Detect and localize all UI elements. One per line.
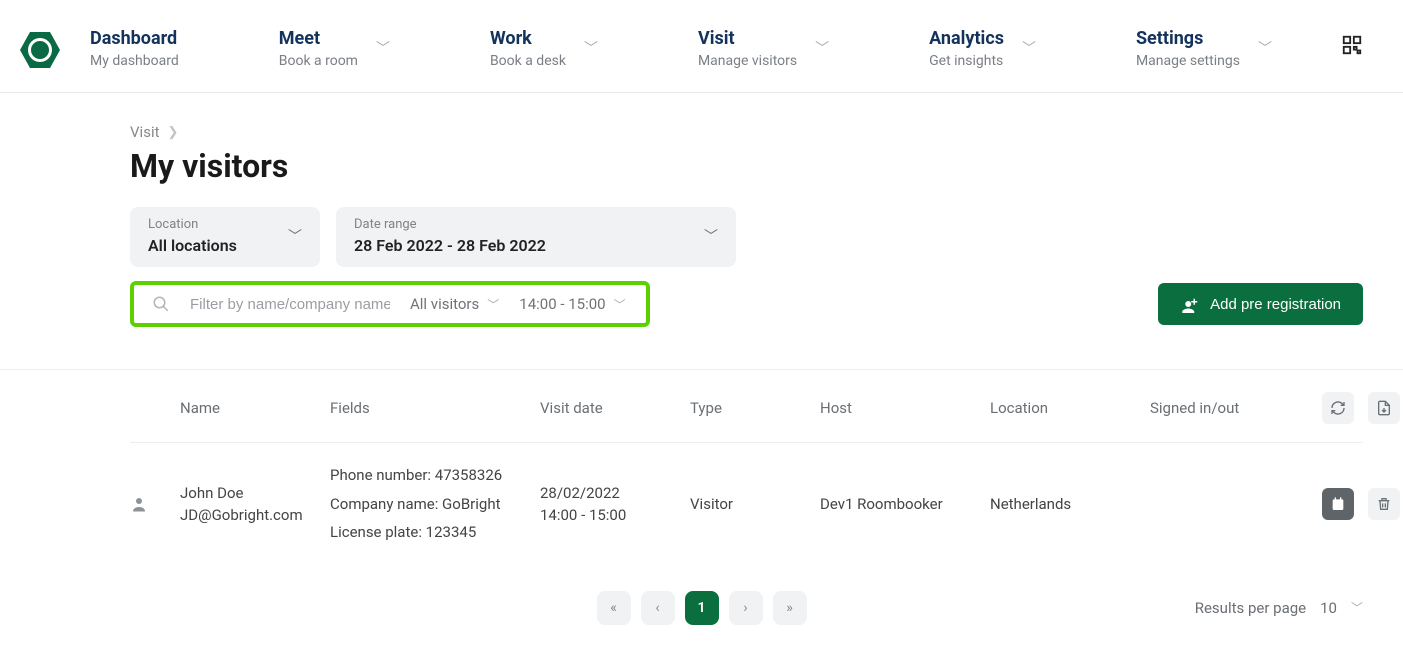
rpp-value: 10	[1320, 599, 1337, 617]
visit-time: 14:00 - 15:00	[540, 506, 680, 524]
nav-subtitle: Manage visitors	[698, 53, 797, 69]
dropdown-value: 14:00 - 15:00	[519, 295, 605, 313]
visitor-type-dropdown[interactable]: All visitors ﹀	[410, 295, 499, 313]
chevron-down-icon: ﹀	[487, 296, 499, 313]
filter-value: All locations	[148, 236, 237, 255]
export-button[interactable]	[1368, 392, 1400, 424]
nav-work[interactable]: Work Book a desk ﹀	[490, 28, 598, 69]
chevron-down-icon: ﹀	[584, 38, 598, 58]
rpp-label: Results per page	[1195, 599, 1306, 617]
nav-subtitle: Manage settings	[1136, 53, 1240, 69]
dropdown-value: All visitors	[410, 295, 479, 313]
breadcrumb-root[interactable]: Visit	[130, 123, 160, 141]
chevron-down-icon: ﹀	[288, 226, 302, 246]
filter-label: Date range	[354, 217, 546, 232]
daterange-filter[interactable]: Date range 28 Feb 2022 - 28 Feb 2022 ﹀	[336, 207, 736, 267]
nav-title: Analytics	[929, 28, 1004, 49]
visitor-name: John Doe	[180, 484, 320, 502]
results-per-page[interactable]: Results per page 10 ﹀	[1195, 599, 1363, 617]
nav-title: Settings	[1136, 28, 1240, 49]
breadcrumb: Visit ❯	[130, 123, 1363, 141]
add-user-icon	[1180, 295, 1198, 313]
qr-icon[interactable]	[1341, 34, 1363, 56]
visitor-email: JD@Gobright.com	[180, 506, 320, 524]
search-icon	[152, 295, 170, 313]
chevron-right-icon: ❯	[168, 125, 179, 140]
page-first-button[interactable]: «	[597, 591, 631, 625]
visitor-host: Dev1 Roombooker	[820, 495, 980, 513]
filter-label: Location	[148, 217, 237, 232]
chevron-down-icon: ﹀	[1022, 38, 1036, 58]
col-signed: Signed in/out	[1150, 399, 1300, 417]
location-filter[interactable]: Location All locations ﹀	[130, 207, 320, 267]
page-body: Visit ❯ My visitors Location All locatio…	[0, 93, 1403, 347]
delete-button[interactable]	[1368, 488, 1400, 520]
table-row: John Doe JD@Gobright.com Phone number: 4…	[130, 442, 1363, 565]
nav-meet[interactable]: Meet Book a room ﹀	[279, 28, 390, 69]
col-location: Location	[990, 399, 1140, 417]
nav-settings[interactable]: Settings Manage settings ﹀	[1136, 28, 1272, 69]
chevron-down-icon: ﹀	[815, 38, 829, 58]
table-header: Name Fields Visit date Type Host Locatio…	[130, 370, 1363, 442]
nav-subtitle: My dashboard	[90, 53, 179, 69]
filter-cards: Location All locations ﹀ Date range 28 F…	[130, 207, 1363, 267]
field-company: Company name: GoBright	[330, 490, 530, 519]
nav-title: Work	[490, 28, 566, 49]
add-preregistration-button[interactable]: Add pre registration	[1158, 283, 1363, 325]
visitor-type: Visitor	[690, 495, 810, 513]
nav-analytics[interactable]: Analytics Get insights ﹀	[929, 28, 1036, 69]
page-title: My visitors	[130, 147, 1363, 185]
nav-title: Meet	[279, 28, 358, 49]
nav-subtitle: Get insights	[929, 53, 1004, 69]
top-nav: Dashboard My dashboard Meet Book a room …	[0, 0, 1403, 93]
filter-value: 28 Feb 2022 - 28 Feb 2022	[354, 236, 546, 255]
col-visitdate: Visit date	[540, 399, 680, 417]
col-host: Host	[820, 399, 980, 417]
field-phone: Phone number: 47358326	[330, 461, 530, 490]
page-number[interactable]: 1	[685, 591, 719, 625]
page-prev-button[interactable]: ‹	[641, 591, 675, 625]
nav-title: Dashboard	[90, 28, 179, 49]
chevron-down-icon: ﹀	[614, 296, 626, 313]
field-plate: License plate: 123345	[330, 518, 530, 547]
visitor-location: Netherlands	[990, 495, 1140, 513]
pagination: « ‹ 1 › » Results per page 10 ﹀	[0, 591, 1403, 655]
search-box: All visitors ﹀ 14:00 - 15:00 ﹀	[130, 281, 650, 327]
page-last-button[interactable]: »	[773, 591, 807, 625]
checkin-button[interactable]	[1322, 488, 1354, 520]
person-icon	[130, 495, 170, 513]
time-dropdown[interactable]: 14:00 - 15:00 ﹀	[519, 295, 625, 313]
col-type: Type	[690, 399, 810, 417]
searchbar-row: All visitors ﹀ 14:00 - 15:00 ﹀ Add pre r…	[130, 281, 1363, 327]
button-label: Add pre registration	[1210, 296, 1341, 313]
nav-visit[interactable]: Visit Manage visitors ﹀	[698, 28, 829, 69]
nav-title: Visit	[698, 28, 797, 49]
nav-items: Dashboard My dashboard Meet Book a room …	[90, 28, 1341, 69]
refresh-button[interactable]	[1322, 392, 1354, 424]
nav-subtitle: Book a room	[279, 53, 358, 69]
search-input[interactable]	[190, 296, 390, 313]
visitors-table: Name Fields Visit date Type Host Locatio…	[0, 369, 1403, 655]
page-next-button[interactable]: ›	[729, 591, 763, 625]
brand-logo[interactable]	[20, 30, 60, 70]
chevron-down-icon: ﹀	[704, 226, 718, 246]
col-name: Name	[180, 399, 320, 417]
visit-date: 28/02/2022	[540, 484, 680, 502]
chevron-down-icon: ﹀	[1351, 599, 1363, 616]
nav-dashboard[interactable]: Dashboard My dashboard	[90, 28, 179, 69]
chevron-down-icon: ﹀	[1258, 38, 1272, 58]
chevron-down-icon: ﹀	[376, 38, 390, 58]
nav-subtitle: Book a desk	[490, 53, 566, 69]
col-fields: Fields	[330, 399, 530, 417]
